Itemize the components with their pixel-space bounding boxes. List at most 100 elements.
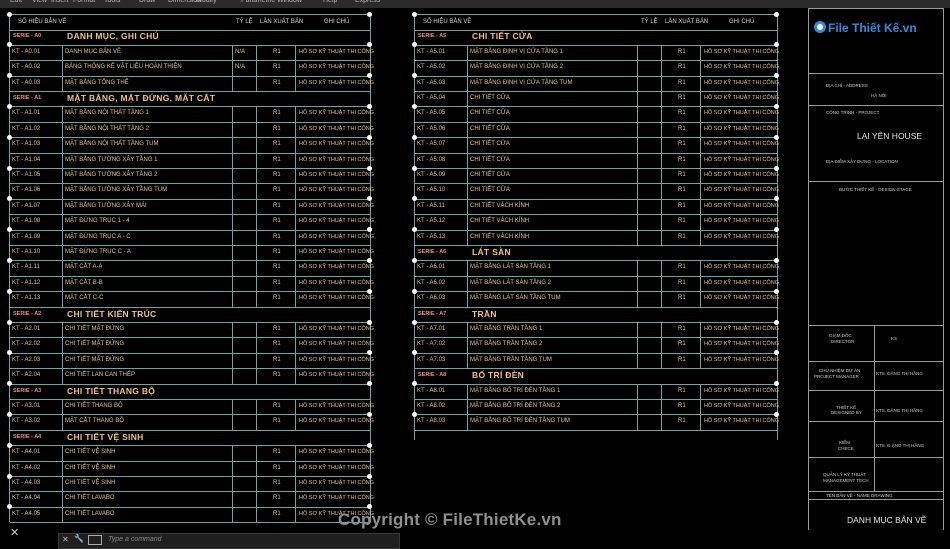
table-row[interactable]: KT - A8.02 MẶT BẰNG BỐ TRÍ ĐÈN TẦNG 2 R1 HỒ… [415,399,779,416]
serie-row[interactable]: SERIE - A0 DANH MỤC, GHI CHÚ [10,29,370,46]
close-command-icon[interactable]: ✕ [62,535,69,544]
table-row[interactable]: KT - A5.03 MẶT BẰNG ĐỊNH VỊ CỬA TẦNG TUM R… [415,75,779,92]
selection-grip[interactable] [7,103,12,109]
table-row[interactable]: KT - A4.04 CHI TIẾT LAVABO R1 HỒ SƠ KỸ THUẬ… [10,491,374,508]
table-row[interactable]: KT - A5.04 CHI TIẾT CỬA R1 HỒ SƠ KỸ THUẬT T… [415,91,779,108]
selection-grip[interactable] [774,411,779,417]
selection-grip[interactable] [367,11,372,17]
serie-row[interactable]: SERIE - A4 CHI TIẾT VỆ SINH [10,430,370,447]
menu-view[interactable]: View [32,0,47,4]
customize-wrench-icon[interactable]: 🔧 [74,534,84,543]
table-row[interactable]: KT - A0.02 BẢNG THỐNG KÊ VẬT LIỆU HOÀN TH… [10,60,374,77]
selection-grip[interactable] [774,319,779,325]
serie-row[interactable]: SERIE - A1 MẶT BẰNG, MẶT ĐỨNG, MẶT CẮT [10,91,370,108]
table-row[interactable]: KT - A4.03 CHI TIẾT VỆ SINH R1 HỒ SƠ KỸ THU… [10,476,374,493]
table-row[interactable]: KT - A1.04 MẶT BẰNG TƯỜNG XÂY TẦNG 1 R1 HỒ … [10,152,374,169]
selection-grip[interactable] [7,411,12,417]
close-icon[interactable]: ✕ [10,526,19,539]
table-row[interactable]: KT - A2.04 CHI TIẾT LAN CAN THÉP R1 HỒ SƠ K… [10,368,374,385]
table-row[interactable]: KT - A2.01 CHI TIẾT MẶT ĐỨNG R1 HỒ SƠ KỸ TH… [10,322,374,339]
selection-grip[interactable] [412,411,417,417]
table-row[interactable]: KT - A1.09 MẶT ĐỨNG TRỤC A - C R1 HỒ SƠ KỸ … [10,229,374,246]
table-row[interactable]: KT - A1.05 MẶT BẰNG TƯỜNG XÂY TẦNG 2 R1 HỒ … [10,168,374,185]
menu-format[interactable]: Format [73,0,95,4]
table-row[interactable]: KT - A1.03 MẶT BẰNG NỘI THẤT TẦNG TUM R1 HỒ… [10,137,374,154]
table-row[interactable]: KT - A5.11 CHI TIẾT VÁCH KÍNH R1 HỒ SƠ KỸ T… [415,198,779,216]
selection-grip[interactable] [7,257,12,263]
selection-grip[interactable] [367,103,372,109]
selection-grip[interactable] [367,411,372,417]
table-row[interactable]: KT - A5.13 CHI TIẾT VÁCH KÍNH R1 HỒ SƠ KỸ T… [415,229,779,246]
table-row[interactable]: KT - A3.02 MẶT CẮT THANG BỘ R1 HỒ SƠ KỸ THU… [10,414,374,431]
table-row[interactable]: KT - A1.10 MẶT ĐỨNG TRỤC C - A R1 HỒ SƠ KỸ … [10,245,374,262]
drawing-list-table-right[interactable]: SỐ HIỆU BẢN VẼ TỶ LỆ LẦN XUẤT BẢN GHI CHÚ SE… [412,11,779,440]
selection-grip[interactable] [774,288,779,294]
selection-grip[interactable] [367,134,372,140]
drawing-list-table-left[interactable]: SỐ HIỆU BẢN VẼ TỶ LỆ LẦN XUẤT BẢN GHI CHÚ SE… [7,11,374,524]
table-row[interactable]: KT - A5.12 CHI TIẾT VÁCH KÍNH R1 HỒ SƠ KỸ T… [415,214,779,231]
selection-grip[interactable] [7,165,12,171]
selection-grip[interactable] [774,257,779,263]
selection-grip[interactable] [367,381,372,387]
selection-grip[interactable] [367,319,372,325]
table-row[interactable]: KT - A3.01 CHI TIẾT THANG BỘ R1 HỒ SƠ KỸ TH… [10,399,374,416]
table-row[interactable]: KT - A5.08 CHI TIẾT CỬA R1 HỒ SƠ KỸ THUẬT T… [415,152,779,169]
table-row[interactable]: KT - A5.02 MẶT BẰNG ĐỊNH VỊ CỬA TẦNG 2 R1 H… [415,60,779,77]
serie-row[interactable]: SERIE - A8 BỐ TRÍ ĐÈN [415,368,777,385]
table-row[interactable]: KT - A6.02 MẶT BẰNG LÁT SÀN TẦNG 2 R1 HỒ SƠ… [415,275,779,293]
serie-row[interactable]: SERIE - A7 TRẦN [415,307,777,323]
table-row[interactable]: KT - A1.02 MẶT BẰNG NỘI THẤT TẦNG 2 R1 HỒ S… [10,121,374,139]
selection-grip[interactable] [7,288,12,294]
selection-grip[interactable] [7,473,12,479]
selection-grip[interactable] [774,11,779,17]
recent-commands-icon[interactable] [88,535,102,545]
table-row[interactable]: KT - A4.01 CHI TIẾT VỆ SINH R1 HỒ SƠ KỸ THU… [10,445,374,462]
table-row[interactable]: KT - A2.02 CHI TIẾT MẶT ĐỨNG R1 HỒ SƠ KỸ TH… [10,337,374,354]
table-row[interactable]: KT - A5.09 CHI TIẾT CỬA R1 HỒ SƠ KỸ THUẬT T… [415,168,779,185]
selection-grip[interactable] [367,288,372,294]
table-row[interactable]: KT - A1.08 MẶT ĐỨNG TRỤC 1 - 4 R1 HỒ SƠ KỸ … [10,214,374,231]
menu-express[interactable]: Express [355,0,380,4]
table-row[interactable]: KT - A1.07 MẶT BẰNG TƯỜNG XÂY MÁI R1 HỒ SƠ … [10,198,374,216]
table-row[interactable]: KT - A7.03 MẶT BẰNG TRẦN TẦNG TUM R1 HỒ SƠ … [415,352,779,370]
selection-grip[interactable] [412,103,417,109]
selection-grip[interactable] [774,165,779,171]
menu-modify[interactable]: Modify [196,0,217,4]
menu-edit[interactable]: Edit [10,0,22,4]
table-row[interactable]: KT - A1.01 MẶT BẰNG NỘI THẤT TẦNG 1 R1 HỒ S… [10,106,374,123]
selection-grip[interactable] [774,134,779,140]
table-row[interactable]: KT - A1.12 MẶT CẮT B-B R1 HỒ SƠ KỸ THUẬT TH… [10,275,374,293]
selection-grip[interactable] [367,165,372,171]
menu-draw[interactable]: Draw [139,0,155,4]
table-row[interactable]: KT - A2.03 CHI TIẾT MẶT ĐỨNG R1 HỒ SƠ KỸ TH… [10,352,374,370]
selection-grip[interactable] [412,134,417,140]
table-row[interactable]: KT - A1.06 MẶT BẰNG TƯỜNG XÂY TẦNG TUM R1 H… [10,183,374,200]
menu-insert[interactable]: Insert [51,0,69,4]
serie-row[interactable]: SERIE - A3 CHI TIẾT THANG BỘ [10,384,370,400]
table-row[interactable]: KT - A5.06 CHI TIẾT CỬA R1 HỒ SƠ KỸ THUẬT T… [415,121,779,139]
selection-grip[interactable] [7,442,12,448]
menu-tools[interactable]: Tools [104,0,120,4]
selection-grip[interactable] [367,473,372,479]
table-row[interactable]: KT - A8.03 MẶT BẰNG BỐ TRÍ ĐÈN TẦNG TUM R1… [415,414,779,431]
table-row[interactable]: KT - A5.01 MẶT BẰNG ĐỊNH VỊ CỬA TẦNG 1 R1 H… [415,44,779,62]
table-row[interactable]: KT - A7.01 MẶT BẰNG TRẦN TẦNG 1 R1 HỒ SƠ KỸ… [415,322,779,339]
table-row[interactable]: KT - A6.01 MẶT BẰNG LÁT SÀN TẦNG 1 R1 HỒ SƠ… [415,260,779,277]
selection-grip[interactable] [367,442,372,448]
serie-row[interactable]: SERIE - A6 LÁT SÀN [415,245,777,262]
title-block[interactable]: File Thiết Kế.vn ĐỊA CHỈ - ADDRESS HÀ NỘ… [808,8,944,544]
menu-parametric[interactable]: Parametric [241,0,275,4]
table-row[interactable]: KT - A5.05 CHI TIẾT CỬA R1 HỒ SƠ KỸ THUẬT T… [415,106,779,123]
selection-grip[interactable] [7,134,12,140]
table-row[interactable]: KT - A0.03 MẶT BẰNG TỔNG THỂ R1 HỒ SƠ KỸ TH… [10,75,374,92]
menu-window[interactable]: Window [277,0,302,4]
table-row[interactable]: KT - A7.02 MẶT BẰNG TRẦN TẦNG 2 R1 HỒ SƠ KỸ… [415,337,779,354]
selection-grip[interactable] [412,165,417,171]
table-row[interactable]: KT - A4.05 CHI TIẾT LAVABO R1 HỒ SƠ KỸ THUẬ… [10,506,374,524]
selection-grip[interactable] [7,11,12,17]
table-row[interactable]: KT - A1.11 MẶT CẮT A-A R1 HỒ SƠ KỸ THUẬT TH… [10,260,374,277]
menu-help[interactable]: Help [323,0,337,4]
serie-row[interactable]: SERIE - A2 CHI TIẾT KIẾN TRÚC [10,307,370,323]
selection-grip[interactable] [412,288,417,294]
serie-row[interactable]: SERIE - A5 CHI TIẾT CỬA [415,29,777,46]
